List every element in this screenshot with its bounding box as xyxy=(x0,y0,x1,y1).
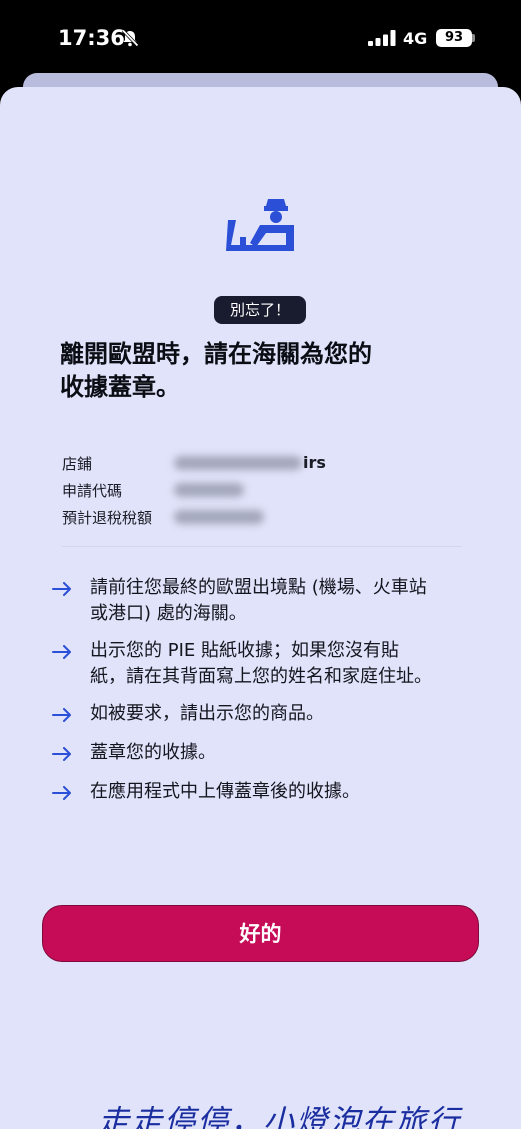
signal-icon xyxy=(368,30,396,46)
step-item: 出示您的 PIE 貼紙收據；如果您沒有貼 紙，請在其背面寫上您的姓名和家庭住址。 xyxy=(52,638,492,690)
store-value: irs xyxy=(303,453,326,472)
arrow-right-icon xyxy=(52,747,71,761)
arrow-right-icon xyxy=(52,786,71,800)
redacted-refund xyxy=(174,510,264,524)
status-bar: 17:36 4G 93 xyxy=(0,0,521,74)
detail-row-refund: 預計退稅稅額 xyxy=(62,505,462,532)
ok-button[interactable]: 好的 xyxy=(42,905,479,962)
arrow-right-icon xyxy=(52,582,71,596)
code-label: 申請代碼 xyxy=(62,482,123,500)
bell-slash-icon xyxy=(121,29,139,47)
step-text-line: 如被要求，請出示您的商品。 xyxy=(90,703,324,724)
battery-icon: 93 xyxy=(436,29,472,47)
detail-row-code: 申請代碼 xyxy=(62,478,462,505)
steps-list: 請前往您最終的歐盟出境點 (機場、火車站 或港口) 處的海關。 出示您的 PIE… xyxy=(52,575,492,805)
step-text-line: 請前往您最終的歐盟出境點 (機場、火車站 xyxy=(90,577,427,598)
detail-row-store: 店鋪 irs xyxy=(62,451,462,478)
refund-label: 預計退稅稅額 xyxy=(62,509,153,527)
step-text: 在應用程式中上傳蓋章後的收據。 xyxy=(90,779,492,805)
receipt-details: 店鋪 irs 申請代碼 預計退稅稅額 xyxy=(62,451,462,532)
battery-nub xyxy=(472,34,475,42)
arrow-right-icon xyxy=(52,645,71,659)
step-text-line: 在應用程式中上傳蓋章後的收據。 xyxy=(90,781,360,802)
step-text-line: 或港口) 處的海關。 xyxy=(90,603,247,624)
network-type: 4G xyxy=(403,29,428,48)
step-text: 出示您的 PIE 貼紙收據；如果您沒有貼 紙，請在其背面寫上您的姓名和家庭住址。 xyxy=(90,638,492,690)
step-item: 蓋章您的收據。 xyxy=(52,740,492,766)
step-text-line: 出示您的 PIE 貼紙收據；如果您沒有貼 xyxy=(90,640,399,661)
step-text-line: 蓋章您的收據。 xyxy=(90,742,216,763)
divider xyxy=(62,546,462,547)
customs-officer-icon xyxy=(226,199,294,251)
step-text: 請前往您最終的歐盟出境點 (機場、火車站 或港口) 處的海關。 xyxy=(90,575,492,627)
status-time: 17:36 xyxy=(58,26,125,50)
step-item: 如被要求，請出示您的商品。 xyxy=(52,701,492,727)
watermark: 走走停停，小燈泡在旅行 xyxy=(98,1104,461,1129)
redacted-store-name xyxy=(174,456,302,470)
headline-line-1: 離開歐盟時，請在海關為您的 xyxy=(60,340,372,368)
headline-line-2: 收據蓋章。 xyxy=(60,373,180,401)
reminder-badge: 別忘了！ xyxy=(214,296,306,324)
redacted-code xyxy=(174,483,244,497)
arrow-right-icon xyxy=(52,708,71,722)
store-label: 店鋪 xyxy=(62,455,93,473)
step-item: 在應用程式中上傳蓋章後的收據。 xyxy=(52,779,492,805)
headline: 離開歐盟時，請在海關為您的 收據蓋章。 xyxy=(60,338,460,404)
step-text: 如被要求，請出示您的商品。 xyxy=(90,701,492,727)
step-item: 請前往您最終的歐盟出境點 (機場、火車站 或港口) 處的海關。 xyxy=(52,575,492,627)
step-text: 蓋章您的收據。 xyxy=(90,740,492,766)
step-text-line: 紙，請在其背面寫上您的姓名和家庭住址。 xyxy=(90,666,432,687)
